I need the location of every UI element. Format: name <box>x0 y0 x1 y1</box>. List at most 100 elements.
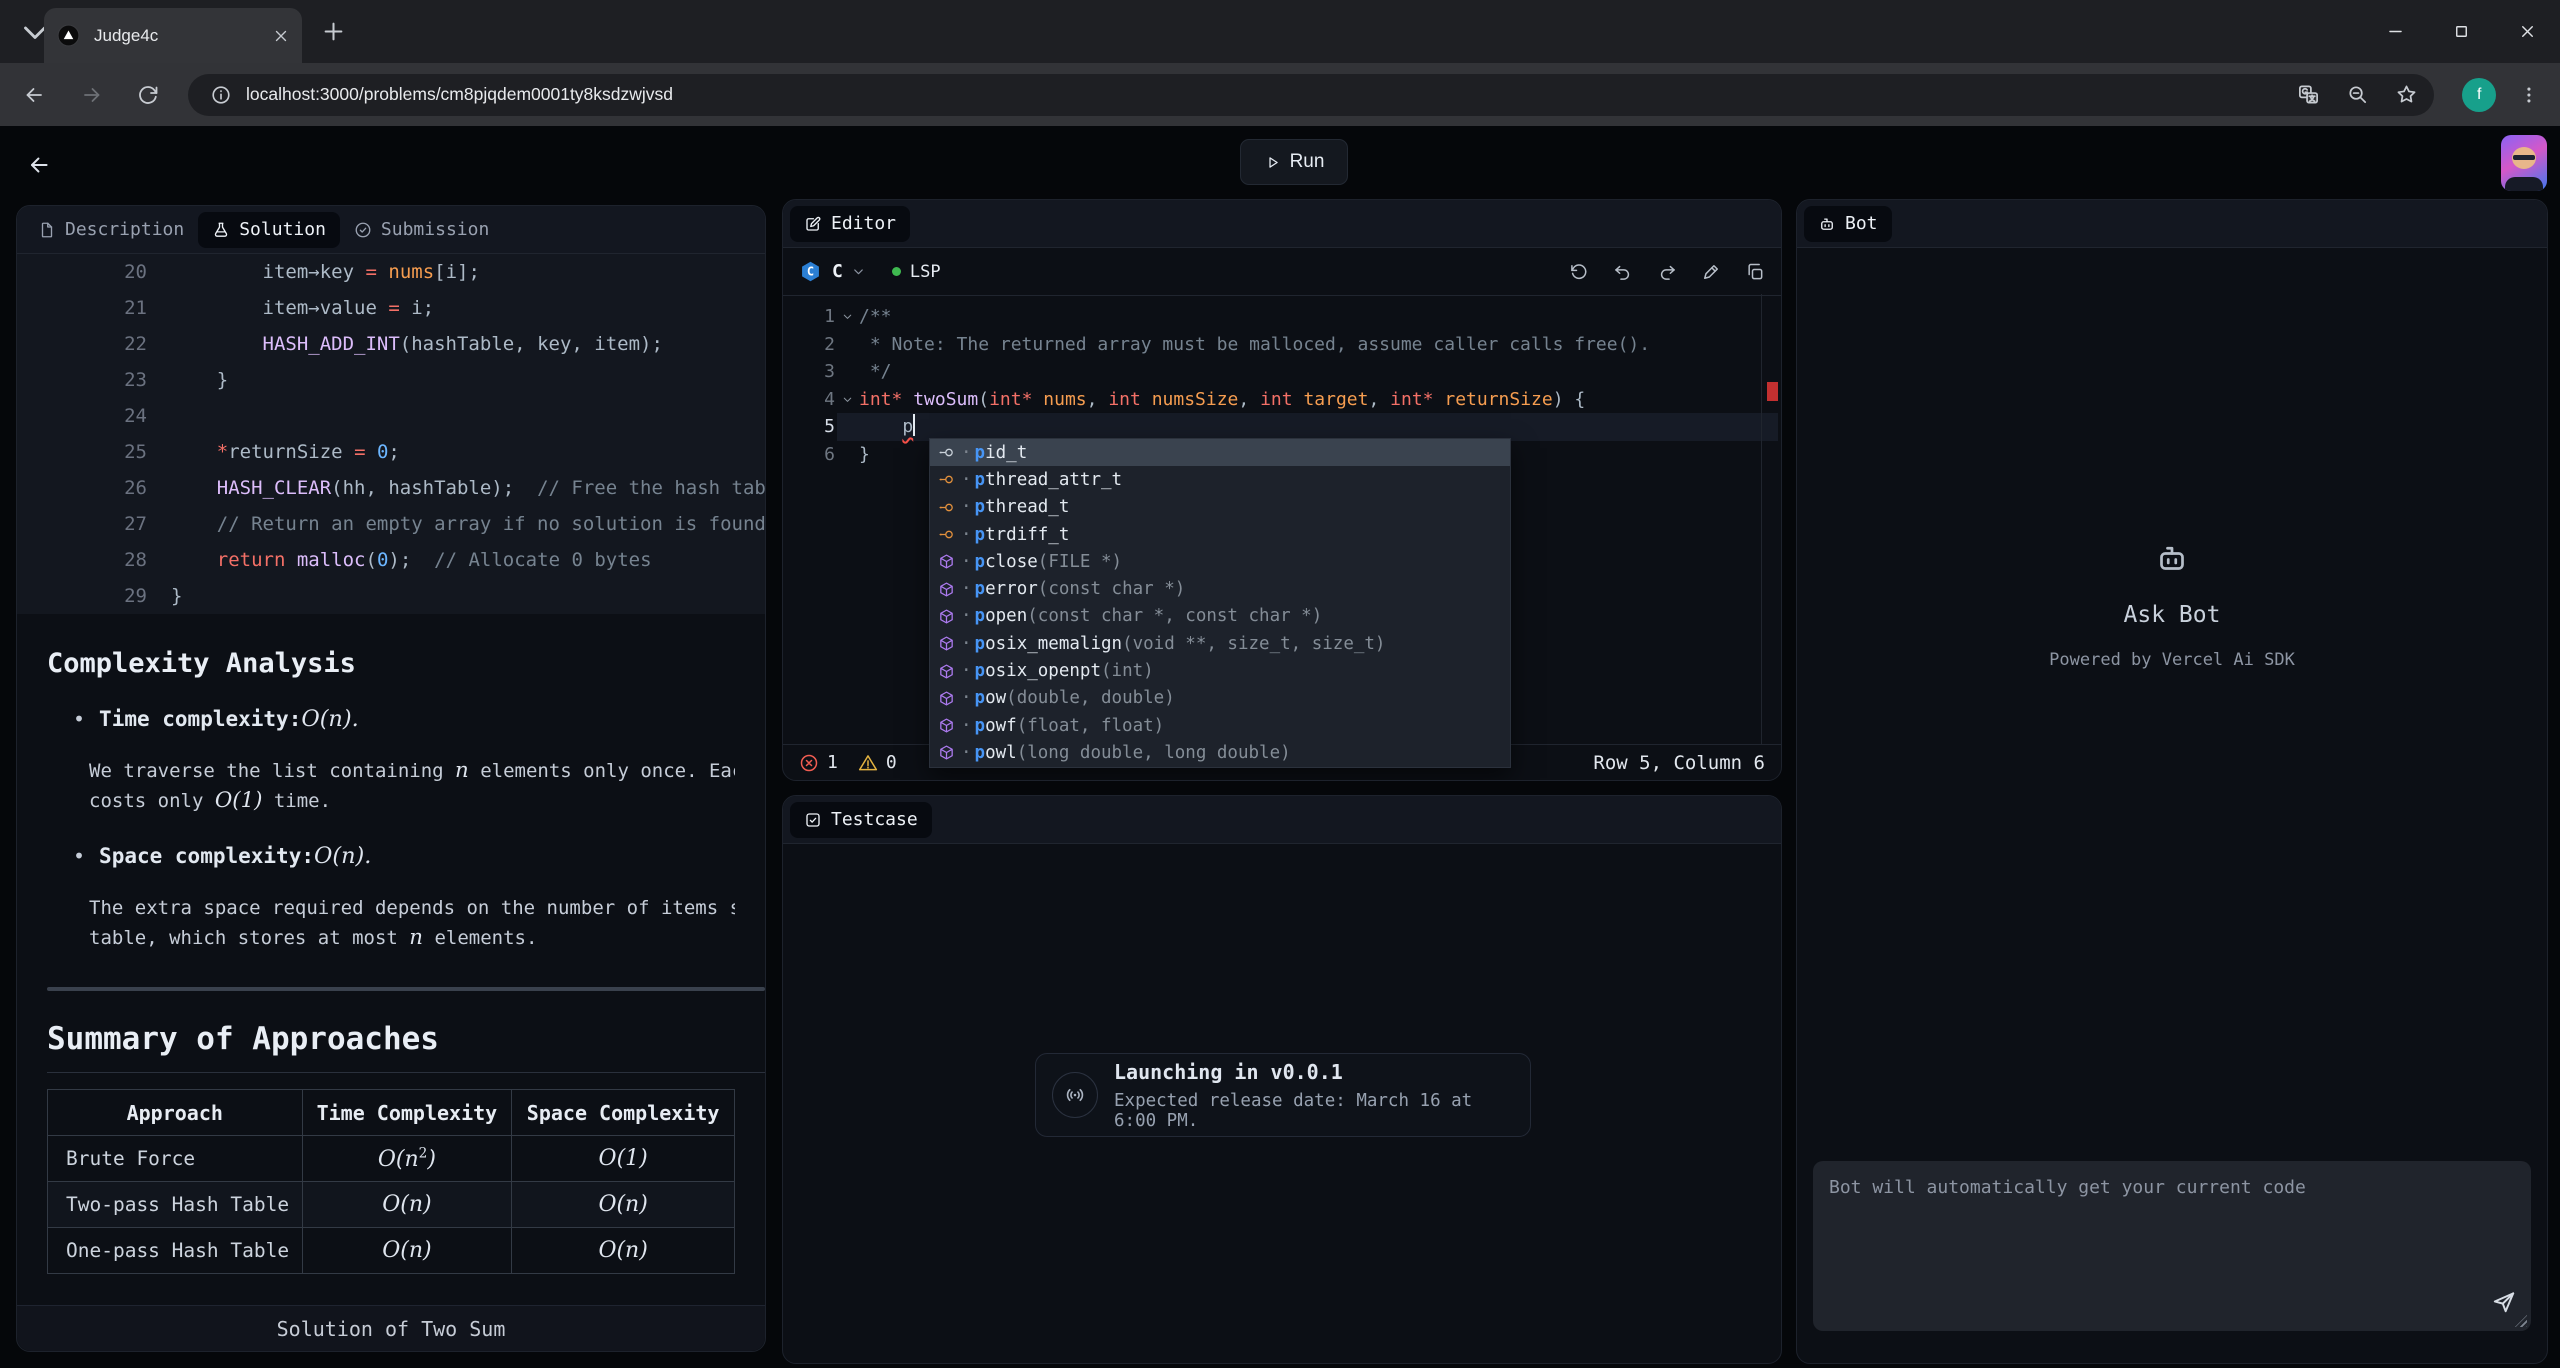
browser-tabstrip: Judge4c <box>0 0 2560 63</box>
table-cell: Two-pass Hash Table <box>48 1182 303 1228</box>
table-cell: O(n) <box>512 1228 735 1274</box>
solution-footer[interactable]: Solution of Two Sum <box>17 1305 765 1351</box>
app-back-button[interactable] <box>26 152 52 178</box>
autocomplete-item[interactable]: ·ptrdiff_t <box>930 521 1510 548</box>
autocomplete-item[interactable]: ·powf(float, float) <box>930 712 1510 739</box>
browser-tab[interactable]: Judge4c <box>44 8 302 63</box>
autocomplete-item[interactable]: ·pow(double, double) <box>930 685 1510 712</box>
code-token: item→key <box>171 261 365 283</box>
code-token: * <box>217 441 228 463</box>
browser-forward-button[interactable] <box>80 83 104 107</box>
math-value: O(n) <box>598 1192 647 1217</box>
reset-code-button[interactable] <box>1569 262 1589 282</box>
autocomplete-item[interactable]: ·powl(long double, long double) <box>930 739 1510 766</box>
code-token: /** <box>859 306 892 327</box>
browser-reload-button[interactable] <box>136 83 160 107</box>
autocomplete-item[interactable]: ·pclose(FILE *) <box>930 548 1510 575</box>
match-dot: · <box>961 606 972 626</box>
code-token: int <box>1108 389 1141 410</box>
code-text: item→value = i; <box>171 290 434 326</box>
format-code-button[interactable] <box>1701 262 1721 282</box>
suggestion-name: id_t <box>985 443 1027 463</box>
code-token: int* <box>1390 389 1433 410</box>
suggestion-detail: (void **, size_t, size_t) <box>1122 634 1385 654</box>
module-icon <box>938 608 955 625</box>
line-number: 26 <box>17 470 147 506</box>
error-overview-marker <box>1767 382 1778 401</box>
solution-panel: DescriptionSolutionSubmission 20 item→ke… <box>16 205 766 1352</box>
undo-button[interactable] <box>1613 262 1633 282</box>
toast-subtitle: Expected release date: March 16 at 6:00 … <box>1114 1091 1514 1131</box>
module-icon <box>938 717 955 734</box>
autocomplete-item[interactable]: ·posix_openpt(int) <box>930 657 1510 684</box>
minimize-button[interactable] <box>2362 0 2428 63</box>
autocomplete-item[interactable]: ·posix_memalign(void **, size_t, size_t) <box>930 630 1510 657</box>
chevron-down-icon <box>841 310 854 323</box>
zoom-out-icon[interactable] <box>2346 83 2369 106</box>
address-bar[interactable]: localhost:3000/problems/cm8pjqdem0001ty8… <box>188 74 2434 116</box>
paragraph-text: elements only once. Each l <box>469 760 735 782</box>
autocomplete-item[interactable]: ·popen(const char *, const char *) <box>930 603 1510 630</box>
code-token <box>1434 389 1445 410</box>
suggestion-name: thread_t <box>985 497 1069 517</box>
browser-menu-icon[interactable] <box>2518 84 2540 106</box>
close-window-button[interactable] <box>2494 0 2560 63</box>
code-token <box>377 261 388 283</box>
matched-prefix: p <box>975 606 986 626</box>
maximize-button[interactable] <box>2428 0 2494 63</box>
autocomplete-item[interactable]: ·pid_t <box>930 439 1510 466</box>
code-token <box>171 333 263 355</box>
user-avatar[interactable] <box>2501 135 2547 191</box>
bot-tab-label: Bot <box>1845 213 1878 234</box>
suggestion-detail: (double, double) <box>1006 688 1175 708</box>
autocomplete-item[interactable]: ·pthread_attr_t <box>930 466 1510 493</box>
copy-code-button[interactable] <box>1745 262 1765 282</box>
match-dot: · <box>961 716 972 736</box>
new-tab-button[interactable] <box>320 18 347 45</box>
bookmark-star-icon[interactable] <box>2395 83 2418 106</box>
browser-back-button[interactable] <box>22 83 46 107</box>
module-icon <box>938 663 955 680</box>
run-button[interactable]: Run <box>1240 139 1348 185</box>
language-selector[interactable]: C <box>832 261 843 282</box>
matched-prefix: p <box>975 443 986 463</box>
code-token: int <box>1260 389 1293 410</box>
site-info-icon[interactable] <box>210 84 232 106</box>
autocomplete-item[interactable]: ·perror(const char *) <box>930 575 1510 602</box>
code-token: (hh, hashTable); <box>331 477 514 499</box>
browser-profile-avatar[interactable]: f <box>2462 78 2496 112</box>
match-dot: · <box>961 443 972 463</box>
tab-solution[interactable]: Solution <box>198 212 340 248</box>
close-icon <box>2518 22 2537 41</box>
code-token: p <box>902 416 913 437</box>
table-cell: O(n) <box>302 1182 512 1228</box>
cursor-position: Row 5, Column 6 <box>1593 752 1765 774</box>
error-count-icon <box>799 753 819 773</box>
code-line: 24 <box>17 398 765 434</box>
tab-editor[interactable]: Editor <box>790 206 910 242</box>
code-token: = <box>388 297 399 319</box>
fold-chevron-icon[interactable] <box>835 386 859 414</box>
match-dot: · <box>961 743 972 763</box>
tab-description[interactable]: Description <box>24 212 198 248</box>
code-token: i; <box>400 297 434 319</box>
tab-close-icon[interactable] <box>272 27 290 45</box>
editor-ruler-line <box>1761 294 1762 744</box>
url-text[interactable]: localhost:3000/problems/cm8pjqdem0001ty8… <box>246 84 2271 105</box>
redo-button[interactable] <box>1657 262 1677 282</box>
tab-testcase[interactable]: Testcase <box>790 802 932 838</box>
translate-icon[interactable] <box>2297 83 2320 106</box>
error-count: 1 <box>827 752 838 773</box>
tab-title: Judge4c <box>94 26 272 46</box>
code-token: // Allocate 0 bytes <box>411 549 651 571</box>
tab-bot[interactable]: Bot <box>1804 206 1892 242</box>
chevron-down-icon[interactable] <box>851 264 866 279</box>
fold-chevron-icon[interactable] <box>835 303 859 331</box>
send-message-icon[interactable] <box>2491 1289 2517 1315</box>
autocomplete-item[interactable]: ·pthread_t <box>930 494 1510 521</box>
bot-message-input[interactable] <box>1813 1161 2531 1331</box>
bullet-dot: • <box>73 707 85 731</box>
editor-code-line: 3 */ <box>783 358 1781 386</box>
summary-heading: Summary of Approaches <box>47 1021 765 1073</box>
tab-submission[interactable]: Submission <box>340 212 503 248</box>
